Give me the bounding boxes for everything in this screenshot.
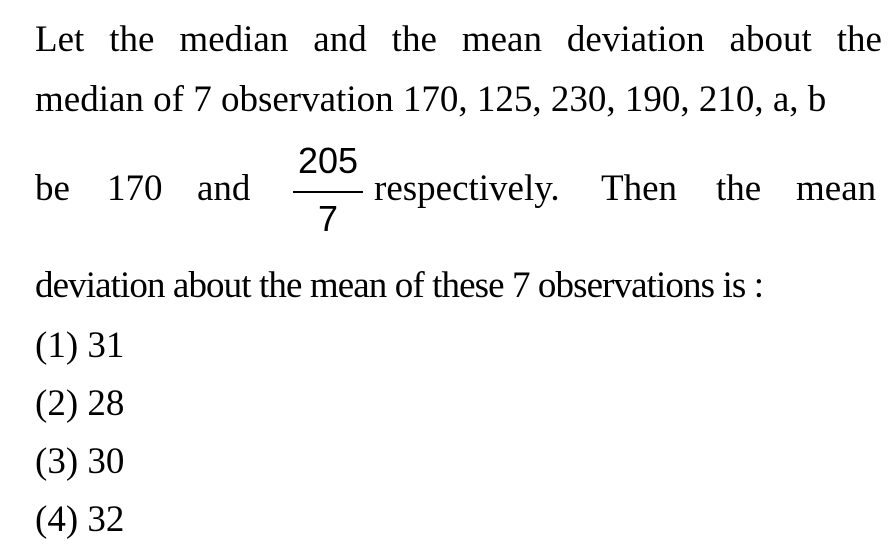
word: mean — [796, 168, 877, 209]
word: and — [197, 168, 251, 209]
word: the — [391, 19, 437, 60]
option-4: (4) 32 — [35, 499, 125, 540]
word: 170 — [107, 168, 163, 209]
question-line-2: median of 7 observation 170, 125, 230, 1… — [35, 79, 827, 120]
question-line-1: Let the median and the mean deviation ab… — [35, 21, 882, 58]
option-2: (2) 28 — [35, 383, 125, 424]
question-line-4: deviation about the mean of these 7 obse… — [35, 265, 764, 306]
fraction: 205 7 — [293, 143, 363, 243]
word: Then — [601, 168, 678, 209]
word: Let — [35, 19, 85, 60]
fraction-denominator: 7 — [317, 198, 339, 239]
fraction-bar — [293, 191, 363, 193]
word: the — [109, 19, 155, 60]
fraction-numerator: 205 — [297, 140, 359, 181]
word: deviation — [566, 19, 705, 60]
word: be — [35, 168, 70, 209]
word: the — [716, 168, 762, 209]
word: about — [729, 19, 812, 60]
word: and — [313, 19, 367, 60]
option-1: (1) 31 — [35, 325, 125, 366]
word: the — [836, 19, 882, 60]
word: mean — [461, 19, 542, 60]
option-3: (3) 30 — [35, 441, 125, 482]
word: respectively. — [374, 168, 560, 209]
word: median — [179, 19, 289, 60]
